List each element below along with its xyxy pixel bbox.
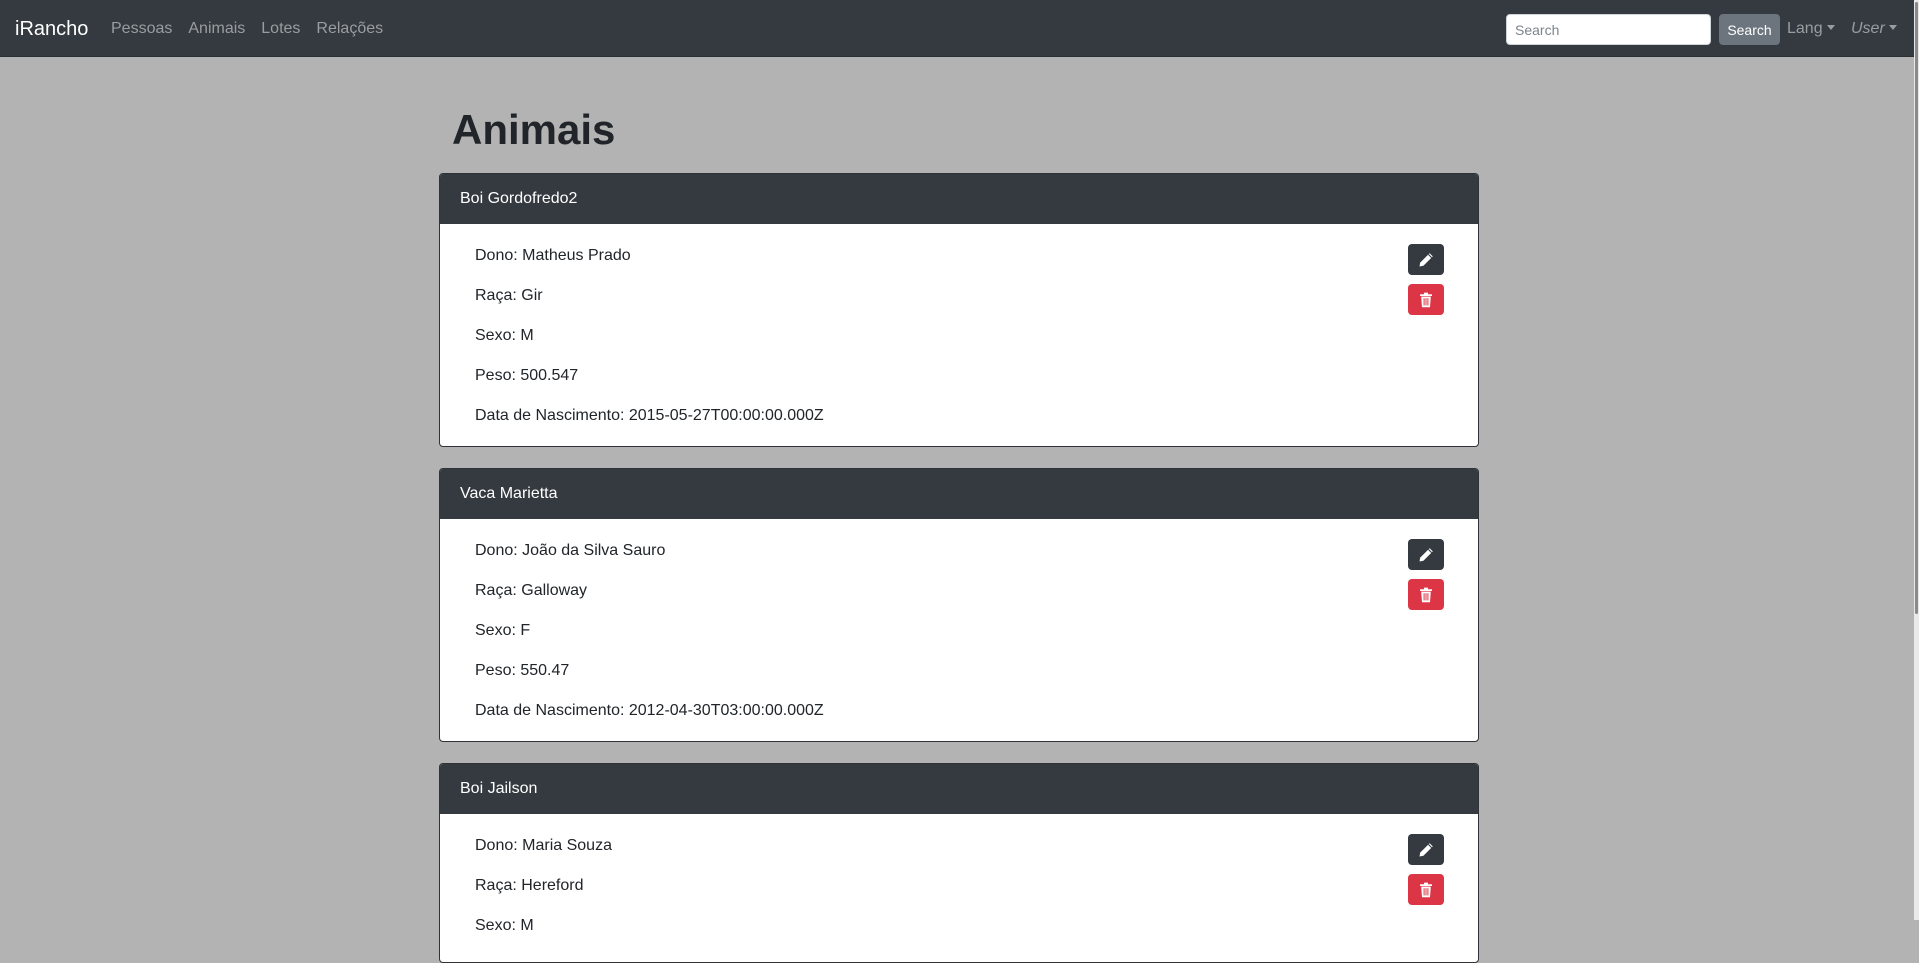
- animal-card-header: Vaca Marietta: [440, 469, 1478, 519]
- top-navbar: iRancho Pessoas Animais Lotes Relações S…: [0, 0, 1914, 57]
- animal-card: Boi Jailson Dono: Maria Souza Raça: Here…: [439, 763, 1479, 963]
- animal-breed: Raça: Hereford: [475, 877, 584, 894]
- animal-breed: Raça: Galloway: [475, 582, 588, 599]
- chevron-down-icon: [1888, 25, 1897, 30]
- animal-owner: Dono: Matheus Prado: [475, 247, 631, 264]
- edit-button[interactable]: [1408, 539, 1444, 570]
- brand-logo[interactable]: iRancho: [15, 17, 88, 41]
- pencil-icon: [1419, 252, 1433, 266]
- edit-button[interactable]: [1408, 244, 1444, 275]
- nav-link-lotes[interactable]: Lotes: [261, 19, 300, 39]
- chevron-down-icon: [1826, 25, 1835, 30]
- page-title: Animais: [452, 106, 616, 153]
- trash-icon: [1420, 882, 1432, 897]
- nav-link-animais[interactable]: Animais: [188, 19, 245, 39]
- animal-sex: Sexo: F: [475, 622, 531, 639]
- animal-card-header: Boi Jailson: [440, 764, 1478, 814]
- nav-link-pessoas[interactable]: Pessoas: [111, 19, 172, 39]
- animal-birth-date: Data de Nascimento: 2012-04-30T03:00:00.…: [475, 702, 824, 719]
- animal-card: Boi Gordofredo2 Dono: Matheus Prado Raça…: [439, 173, 1479, 447]
- animal-birth-date: Data de Nascimento: 2015-05-27T00:00:00.…: [475, 407, 824, 424]
- animal-weight: Peso: 500.547: [475, 367, 579, 384]
- lang-dropdown-label: Lang: [1787, 20, 1823, 37]
- trash-icon: [1420, 587, 1432, 602]
- animal-sex: Sexo: M: [475, 917, 534, 934]
- animal-owner: Dono: Maria Souza: [475, 837, 612, 854]
- delete-button[interactable]: [1408, 284, 1444, 315]
- animal-owner: Dono: João da Silva Sauro: [475, 542, 666, 559]
- nav-link-relacoes[interactable]: Relações: [316, 19, 383, 39]
- scrollbar-thumb[interactable]: [1915, 2, 1918, 614]
- animal-card-body: Dono: João da Silva Sauro Raça: Galloway…: [440, 519, 1478, 741]
- animal-breed: Raça: Gir: [475, 287, 543, 304]
- edit-button[interactable]: [1408, 834, 1444, 865]
- delete-button[interactable]: [1408, 874, 1444, 905]
- lang-dropdown[interactable]: Lang: [1787, 19, 1835, 39]
- animal-card-body: Dono: Matheus Prado Raça: Gir Sexo: M Pe…: [440, 224, 1478, 446]
- animal-card: Vaca Marietta Dono: João da Silva Sauro …: [439, 468, 1479, 742]
- animal-card-body: Dono: Maria Souza Raça: Hereford Sexo: M: [440, 814, 1478, 956]
- animal-sex: Sexo: M: [475, 327, 534, 344]
- delete-button[interactable]: [1408, 579, 1444, 610]
- pencil-icon: [1419, 547, 1433, 561]
- user-dropdown-label: User: [1851, 20, 1885, 37]
- search-input[interactable]: [1506, 14, 1711, 45]
- search-button[interactable]: Search: [1719, 14, 1780, 45]
- trash-icon: [1420, 292, 1432, 307]
- user-dropdown[interactable]: User: [1851, 19, 1897, 39]
- animal-card-header: Boi Gordofredo2: [440, 174, 1478, 224]
- animal-weight: Peso: 550.47: [475, 662, 570, 679]
- nav-links: Pessoas Animais Lotes Relações: [111, 19, 399, 39]
- pencil-icon: [1419, 842, 1433, 856]
